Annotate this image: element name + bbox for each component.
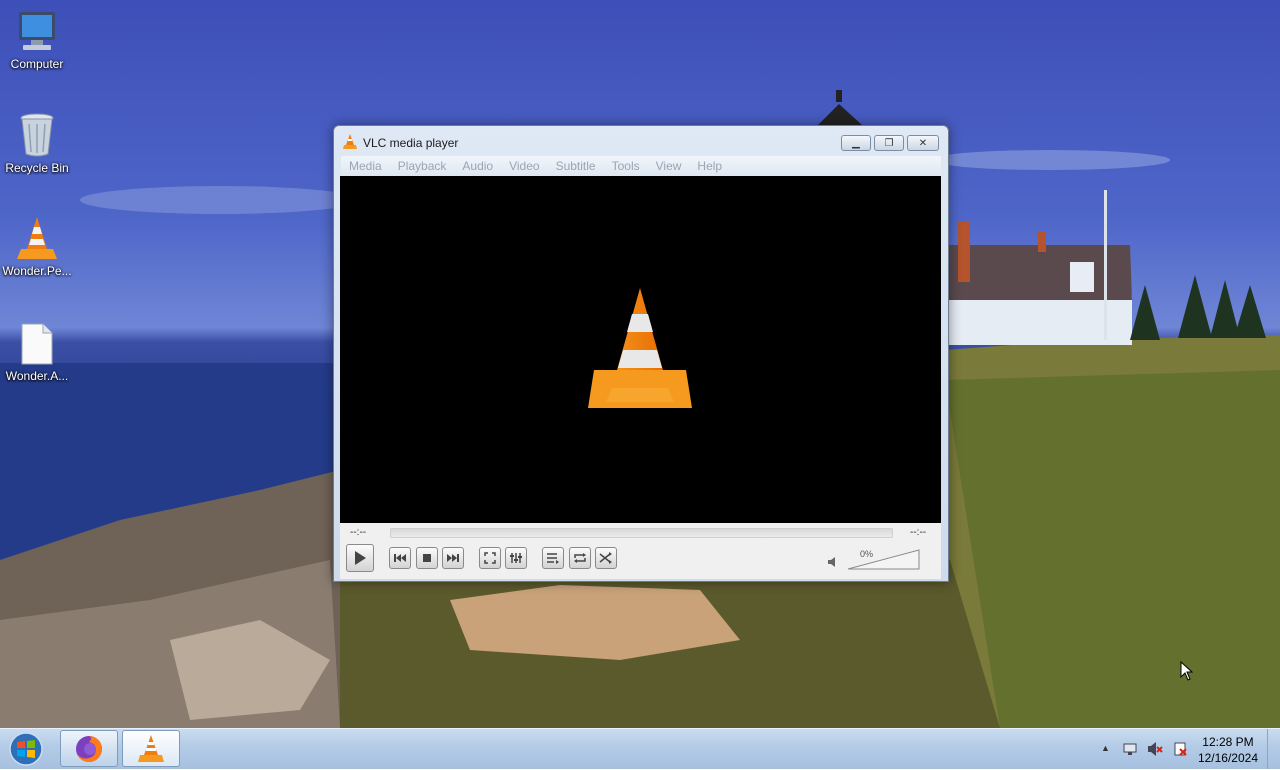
volume-muted-icon[interactable] bbox=[1147, 741, 1163, 757]
desktop-icon-wonder-a[interactable]: Wonder.A... bbox=[0, 322, 74, 383]
total-time: --:-- bbox=[910, 527, 927, 538]
menu-help[interactable]: Help bbox=[689, 159, 730, 173]
speaker-icon[interactable] bbox=[827, 556, 839, 568]
minimize-button[interactable]: ▁ bbox=[841, 135, 871, 151]
menu-media[interactable]: Media bbox=[341, 159, 390, 173]
menu-subtitle[interactable]: Subtitle bbox=[548, 159, 604, 173]
fullscreen-button[interactable] bbox=[479, 547, 501, 569]
taskbar: ▲ 12:28 PM 12/16/2024 bbox=[0, 728, 1280, 769]
equalizer-icon bbox=[510, 553, 522, 563]
desktop-icon-label: Computer bbox=[10, 57, 64, 71]
clock-time: 12:28 PM bbox=[1202, 735, 1254, 749]
clock-date: 12/16/2024 bbox=[1197, 751, 1258, 765]
shuffle-icon bbox=[599, 552, 612, 564]
desktop-icon-recycle-bin[interactable]: Recycle Bin bbox=[0, 112, 74, 175]
video-area[interactable] bbox=[340, 176, 941, 523]
show-desktop-button[interactable] bbox=[1267, 729, 1280, 769]
extended-settings-button[interactable] bbox=[505, 547, 527, 569]
play-icon bbox=[355, 551, 366, 565]
playlist-icon bbox=[547, 553, 559, 564]
show-hidden-icons-button[interactable]: ▲ bbox=[1101, 743, 1110, 753]
vlc-taskbar-icon bbox=[138, 734, 164, 762]
menu-audio[interactable]: Audio bbox=[454, 159, 501, 173]
taskbar-firefox[interactable] bbox=[60, 730, 118, 767]
next-button[interactable] bbox=[442, 547, 464, 569]
seek-bar[interactable] bbox=[390, 528, 893, 538]
elapsed-time: --:-- bbox=[350, 527, 367, 538]
shuffle-button[interactable] bbox=[595, 547, 617, 569]
desktop-icon-label: Wonder.Pe... bbox=[2, 264, 72, 278]
vlc-file-icon bbox=[17, 217, 57, 259]
loop-button[interactable] bbox=[569, 547, 591, 569]
desktop-icon-label: Recycle Bin bbox=[5, 161, 69, 175]
close-button[interactable]: ✕ bbox=[907, 135, 939, 151]
computer-icon bbox=[19, 12, 55, 50]
mouse-cursor bbox=[1180, 661, 1194, 681]
menu-video[interactable]: Video bbox=[501, 159, 547, 173]
stop-button[interactable] bbox=[416, 547, 438, 569]
file-icon bbox=[21, 323, 53, 365]
restore-icon: ❐ bbox=[884, 137, 894, 149]
system-clock[interactable]: 12:28 PM 12/16/2024 bbox=[1198, 734, 1258, 766]
menu-playback[interactable]: Playback bbox=[390, 159, 455, 173]
stop-icon bbox=[423, 554, 431, 562]
menu-bar: Media Playback Audio Video Subtitle Tool… bbox=[341, 156, 941, 175]
previous-icon bbox=[394, 554, 406, 562]
recycle-bin-icon bbox=[20, 113, 54, 157]
start-button[interactable] bbox=[6, 731, 46, 767]
windows-start-icon bbox=[9, 732, 43, 766]
window-title: VLC media player bbox=[363, 136, 459, 150]
minimize-icon: ▁ bbox=[852, 137, 860, 149]
network-icon[interactable] bbox=[1122, 741, 1138, 757]
desktop: Computer Recycle Bin Wonder.Pe... Wonder… bbox=[0, 0, 1280, 728]
play-button[interactable] bbox=[346, 544, 374, 572]
close-icon: ✕ bbox=[918, 137, 928, 149]
taskbar-vlc[interactable] bbox=[122, 730, 180, 767]
desktop-icon-computer[interactable]: Computer bbox=[0, 10, 74, 71]
menu-tools[interactable]: Tools bbox=[604, 159, 648, 173]
volume-slider[interactable] bbox=[846, 548, 922, 572]
action-center-icon[interactable] bbox=[1172, 741, 1188, 757]
fullscreen-icon bbox=[484, 552, 496, 564]
title-bar[interactable]: VLC media player ▁ ❐ ✕ bbox=[334, 126, 948, 158]
playback-controls: --:-- --:-- 0% bbox=[340, 523, 941, 579]
vlc-cone-logo bbox=[588, 288, 692, 408]
restore-button[interactable]: ❐ bbox=[874, 135, 904, 151]
vlc-icon bbox=[343, 134, 357, 149]
firefox-icon bbox=[76, 735, 102, 762]
next-icon bbox=[447, 554, 459, 562]
loop-icon bbox=[574, 553, 586, 563]
previous-button[interactable] bbox=[389, 547, 411, 569]
desktop-icon-wonder-pe[interactable]: Wonder.Pe... bbox=[0, 215, 74, 278]
playlist-button[interactable] bbox=[542, 547, 564, 569]
desktop-icon-label: Wonder.A... bbox=[5, 369, 69, 383]
menu-view[interactable]: View bbox=[648, 159, 690, 173]
vlc-window[interactable]: VLC media player ▁ ❐ ✕ Media Playback Au… bbox=[333, 125, 949, 582]
